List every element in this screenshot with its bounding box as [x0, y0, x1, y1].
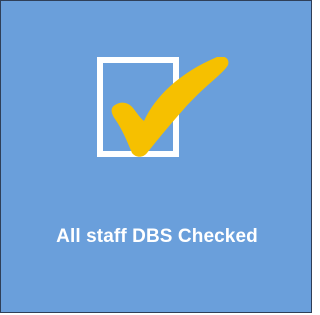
- checkbox-check-icon: [97, 57, 247, 162]
- dbs-status-tile: All staff DBS Checked: [0, 0, 312, 313]
- tile-caption: All staff DBS Checked: [56, 226, 258, 247]
